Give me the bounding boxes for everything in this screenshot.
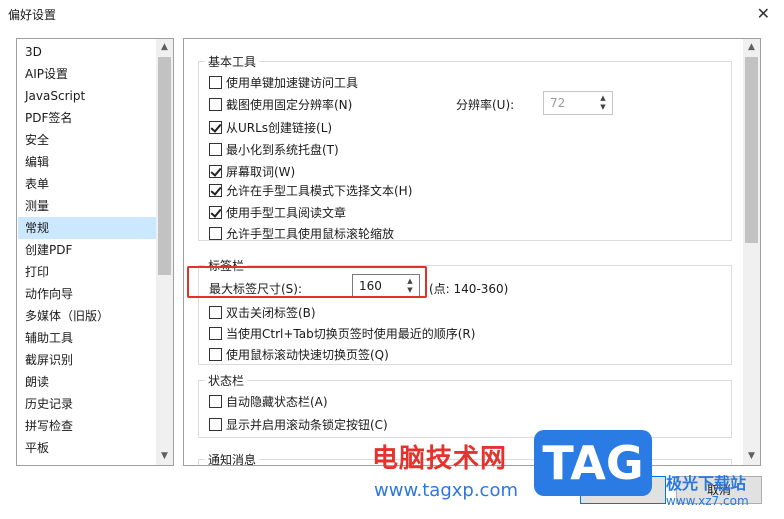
scroll-down-icon[interactable]: ▼ xyxy=(156,448,173,465)
stepper-buttons[interactable]: ▲ ▼ xyxy=(596,94,610,112)
checkbox[interactable] xyxy=(209,97,222,111)
watermark-site-url: www.xz7.com xyxy=(666,494,749,508)
checkbox[interactable] xyxy=(209,226,222,240)
category-list[interactable]: 3D AIP设置 JavaScript PDF签名 安全 编辑 表单 测量 常规… xyxy=(16,38,174,466)
option-hand-read[interactable]: 使用手型工具阅读文章 xyxy=(209,202,346,222)
category-item[interactable]: 3D xyxy=(18,41,156,63)
checkbox[interactable] xyxy=(209,417,222,431)
notification-label: 通知消息 xyxy=(205,451,260,465)
status-bar-label: 状态栏 xyxy=(205,372,248,389)
checkbox[interactable] xyxy=(209,75,222,89)
stepper-up-icon[interactable]: ▲ xyxy=(596,94,610,103)
range-hint: (点: 140-360) xyxy=(429,282,509,296)
title-bar: 偏好设置 ✕ xyxy=(0,0,784,30)
option-hand-select-text[interactable]: 允许在手型工具模式下选择文本(H) xyxy=(209,180,412,200)
option-ctrl-tab-order[interactable]: 当使用Ctrl+Tab切换页签时使用最近的顺序(R) xyxy=(209,323,475,343)
option-label: 允许在手型工具模式下选择文本(H) xyxy=(226,183,413,198)
option-auto-hide-status[interactable]: 自动隐藏状态栏(A) xyxy=(209,391,328,411)
category-item[interactable]: 拼写检查 xyxy=(18,415,156,437)
category-item[interactable]: 编辑 xyxy=(18,151,156,173)
settings-scrollbar[interactable]: ▲ ▼ xyxy=(743,39,760,465)
basic-tools-group: 基本工具 使用单键加速键访问工具 截图使用固定分辨率(N) 从URLs创建链接(… xyxy=(198,53,732,243)
checkbox[interactable] xyxy=(209,394,222,408)
option-hand-wheel-zoom[interactable]: 允许手型工具使用鼠标滚轮缩放 xyxy=(209,223,394,243)
checkbox[interactable] xyxy=(209,142,222,156)
category-item[interactable]: 辅助工具 xyxy=(18,327,156,349)
option-label: 从URLs创建链接(L) xyxy=(226,120,333,135)
option-label: 截图使用固定分辨率(N) xyxy=(226,97,353,112)
category-item[interactable]: 安全 xyxy=(18,129,156,151)
option-scroll-lock-button[interactable]: 显示并启用滚动条锁定按钮(C) xyxy=(209,414,388,434)
category-item[interactable]: 历史记录 xyxy=(18,393,156,415)
checkbox[interactable] xyxy=(209,347,222,361)
category-item[interactable]: 动作向导 xyxy=(18,283,156,305)
window-title: 偏好设置 xyxy=(8,8,57,22)
option-screen-word[interactable]: 屏幕取词(W) xyxy=(209,161,295,181)
scroll-thumb[interactable] xyxy=(158,57,171,275)
option-label: 允许手型工具使用鼠标滚轮缩放 xyxy=(226,226,395,241)
option-label: 当使用Ctrl+Tab切换页签时使用最近的顺序(R) xyxy=(226,326,476,341)
scroll-thumb[interactable] xyxy=(745,57,758,243)
option-label: 使用单键加速键访问工具 xyxy=(226,75,359,90)
checkbox-checked[interactable] xyxy=(209,164,222,178)
category-item[interactable]: 平板 xyxy=(18,437,156,459)
resolution-value: 72 xyxy=(550,96,566,110)
category-item[interactable]: 测量 xyxy=(18,195,156,217)
category-item[interactable]: 多媒体（旧版） xyxy=(18,305,156,327)
watermark-site-name: 极光下载站 xyxy=(666,474,747,493)
checkbox[interactable] xyxy=(209,305,222,319)
watermark-url: www.tagxp.com xyxy=(374,480,518,501)
option-wheel-switch-tab[interactable]: 使用鼠标滚动快速切换页签(Q) xyxy=(209,344,389,364)
option-label: 最小化到系统托盘(T) xyxy=(226,142,339,157)
resolution-stepper[interactable]: 72 ▲ ▼ xyxy=(543,91,613,115)
settings-panel: 基本工具 使用单键加速键访问工具 截图使用固定分辨率(N) 从URLs创建链接(… xyxy=(183,38,761,466)
category-item[interactable]: 打印 xyxy=(18,261,156,283)
stepper-down-icon[interactable]: ▼ xyxy=(596,103,610,112)
checkbox[interactable] xyxy=(209,326,222,340)
option-fixed-resolution[interactable]: 截图使用固定分辨率(N) xyxy=(209,94,352,114)
option-label: 自动隐藏状态栏(A) xyxy=(226,394,328,409)
category-item[interactable]: 表单 xyxy=(18,173,156,195)
option-double-click-close[interactable]: 双击关闭标签(B) xyxy=(209,302,316,322)
checkbox-checked[interactable] xyxy=(209,205,222,219)
scroll-up-icon[interactable]: ▲ xyxy=(156,39,173,56)
basic-tools-label: 基本工具 xyxy=(205,53,260,70)
highlight-annotation xyxy=(187,266,427,298)
category-item[interactable]: PDF签名 xyxy=(18,107,156,129)
checkbox-checked[interactable] xyxy=(209,183,222,197)
watermark-tag-logo: TAG xyxy=(534,430,652,496)
category-item-selected[interactable]: 常规 xyxy=(18,217,156,239)
category-item[interactable]: 截屏识别 xyxy=(18,349,156,371)
watermark: 电脑技术网 www.tagxp.com TAG 极光下载站 www.xz7.co… xyxy=(366,430,784,519)
scroll-up-icon[interactable]: ▲ xyxy=(743,39,760,56)
category-scrollbar[interactable]: ▲ ▼ xyxy=(156,39,173,465)
category-item[interactable]: JavaScript xyxy=(18,85,156,107)
checkbox-checked[interactable] xyxy=(209,120,222,134)
option-label: 双击关闭标签(B) xyxy=(226,305,316,320)
close-icon[interactable]: ✕ xyxy=(757,4,770,23)
option-label: 使用手型工具阅读文章 xyxy=(226,205,347,220)
option-label: 屏幕取词(W) xyxy=(226,164,296,179)
option-create-links[interactable]: 从URLs创建链接(L) xyxy=(209,117,332,137)
resolution-label: 分辨率(U): xyxy=(456,98,515,112)
category-item[interactable]: 创建PDF xyxy=(18,239,156,261)
option-minimize-tray[interactable]: 最小化到系统托盘(T) xyxy=(209,139,339,159)
category-item[interactable]: AIP设置 xyxy=(18,63,156,85)
option-label: 显示并启用滚动条锁定按钮(C) xyxy=(226,417,388,432)
option-single-key[interactable]: 使用单键加速键访问工具 xyxy=(209,72,358,92)
category-item[interactable]: 朗读 xyxy=(18,371,156,393)
watermark-cn-text: 电脑技术网 xyxy=(372,444,508,474)
option-label: 使用鼠标滚动快速切换页签(Q) xyxy=(226,347,389,362)
